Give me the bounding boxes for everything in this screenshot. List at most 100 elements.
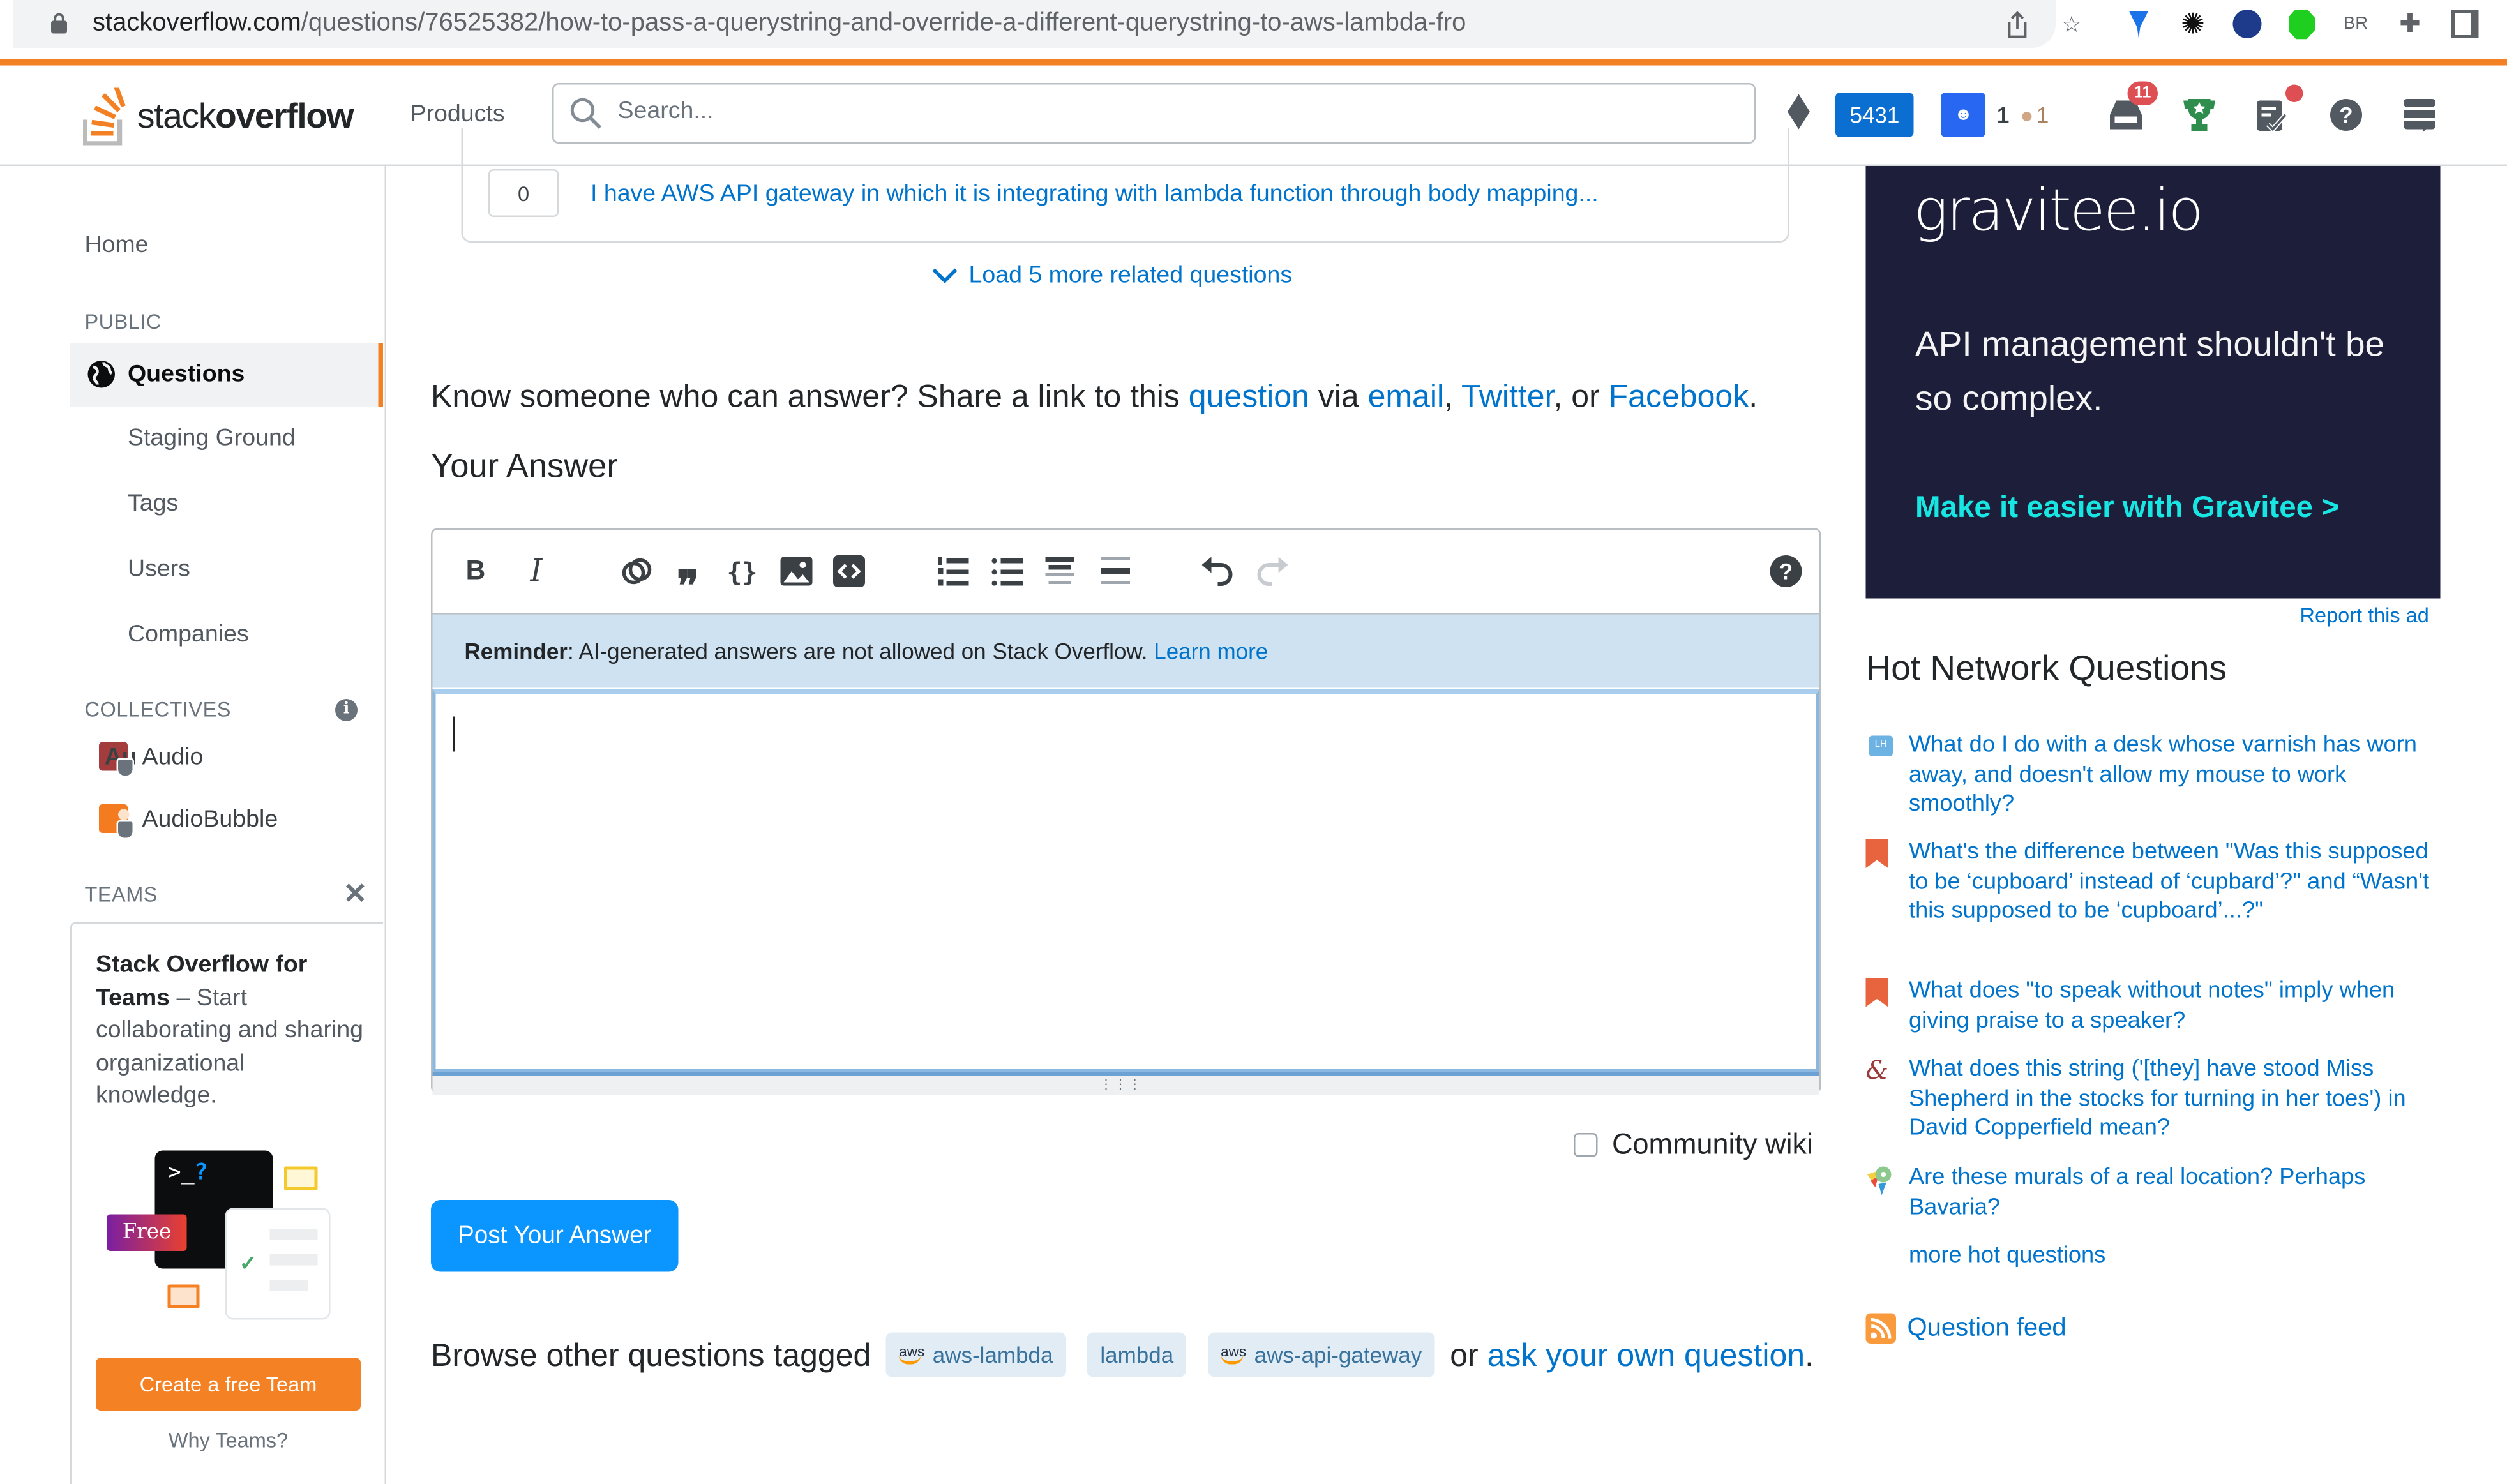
browser-toolbar: stackoverflow.com/questions/76525382/how… (0, 0, 2507, 57)
products-menu[interactable]: Products (410, 101, 505, 128)
redo-button[interactable] (1254, 554, 1290, 589)
snippet-icon (833, 555, 865, 587)
post-answer-button[interactable]: Post Your Answer (431, 1200, 679, 1272)
teams-illustration: >_? Free ✓ (107, 1148, 347, 1323)
redo-icon (1257, 557, 1288, 586)
collective-audio[interactable]: Au Audio (85, 742, 203, 777)
globe-icon (87, 361, 115, 388)
snippet-button[interactable] (832, 554, 867, 589)
load-more-related-button[interactable]: Load 5 more related questions (932, 262, 1292, 289)
italic-button[interactable]: I (519, 554, 554, 589)
achievements-button[interactable] (2176, 93, 2221, 137)
audio-collective-icon: Au (99, 742, 137, 777)
ask-question-link[interactable]: ask your own question (1487, 1339, 1805, 1374)
url-path: /questions/76525382/how-to-pass-a-querys… (301, 10, 1466, 37)
site-logo[interactable]: stackoverflow (83, 82, 354, 146)
help-button[interactable]: ? (2323, 93, 2368, 137)
section-heading-collectives: COLLECTIVES (84, 697, 231, 722)
extension-circle-icon[interactable] (2220, 6, 2275, 41)
learn-more-link[interactable]: Learn more (1154, 638, 1268, 664)
link-icon (622, 558, 652, 585)
sidebar-item-users[interactable]: Users (128, 555, 190, 583)
sidebar-toggle-icon[interactable] (2437, 6, 2492, 41)
tag-aws-lambda[interactable]: aws aws-lambda (886, 1331, 1066, 1377)
sidebar-item-companies[interactable]: Companies (128, 621, 249, 648)
share-email-link[interactable]: email (1368, 380, 1444, 415)
rss-icon (1865, 1313, 1896, 1344)
extensions-puzzle-icon[interactable]: ✚ (2383, 6, 2437, 41)
link-button[interactable] (619, 554, 654, 589)
bold-button[interactable]: B (458, 554, 493, 589)
related-question-votes: 0 (488, 169, 559, 217)
hot-question-link[interactable]: What's the difference between "Was this … (1909, 838, 2435, 927)
more-hot-questions-link[interactable]: more hot questions (1909, 1243, 2105, 1269)
checkbox-box[interactable] (1574, 1133, 1598, 1157)
tag-lambda[interactable]: lambda (1087, 1331, 1187, 1377)
heading-button[interactable] (1043, 554, 1078, 589)
tag-aws-api-gateway[interactable]: aws aws-api-gateway (1208, 1331, 1435, 1377)
editor-help-button[interactable]: ? (1768, 554, 1803, 589)
extension-thumb-icon[interactable] (2275, 6, 2329, 41)
diamond-icon[interactable] (1788, 93, 1810, 137)
sidebar-item-home[interactable]: Home (85, 232, 149, 259)
bookmark-star-icon[interactable]: ☆ (2045, 6, 2099, 41)
sidebar-item-questions[interactable]: Questions (70, 343, 383, 407)
report-ad-link[interactable]: Report this ad (2300, 603, 2429, 627)
logo-text: stackoverflow (137, 96, 354, 136)
image-button[interactable] (779, 554, 814, 589)
hot-question-link[interactable]: What does "to speak without notes" imply… (1909, 977, 2435, 1036)
close-teams-icon[interactable]: ✕ (343, 878, 368, 911)
top-accent-bar (0, 59, 2507, 66)
ordered-list-button[interactable] (935, 554, 970, 589)
sidebar-ad[interactable]: gravitee.io API management shouldn't be … (1865, 166, 2441, 599)
url-host: stackoverflow.com (93, 10, 301, 37)
editor-toolbar: B I ❞ {} ? (432, 530, 1819, 615)
extension-pin-icon[interactable] (2112, 6, 2166, 41)
review-queues-button[interactable] (2250, 84, 2303, 137)
related-question-link[interactable]: I have AWS API gateway in which it is in… (591, 181, 1599, 208)
horizontal-rule-icon (1101, 557, 1130, 584)
collectives-info-icon[interactable]: i (335, 699, 358, 721)
extension-sun-icon[interactable]: ✺ (2166, 6, 2220, 41)
why-teams-link[interactable]: Why Teams? (72, 1428, 385, 1453)
community-wiki-checkbox[interactable]: Community wiki (1574, 1128, 1813, 1162)
question-feed-link[interactable]: Question feed (1908, 1314, 2067, 1343)
share-icon[interactable] (1991, 6, 2045, 41)
search-input[interactable] (614, 96, 1738, 126)
answer-textarea[interactable] (432, 689, 1819, 1072)
hot-question-link[interactable]: What do I do with a desk whose varnish h… (1909, 731, 2435, 820)
stack-logo-icon (83, 87, 126, 146)
site-switcher-button[interactable] (2397, 93, 2441, 137)
trophy-icon (2183, 99, 2215, 131)
extension-br-icon[interactable]: BR (2329, 6, 2383, 41)
create-free-team-button[interactable]: Create a free Team (96, 1358, 361, 1411)
your-answer-heading: Your Answer (431, 448, 618, 486)
avatar[interactable]: ☻ (1941, 93, 1986, 137)
reputation-badge[interactable]: 5431 (1835, 93, 1914, 137)
editor-resize-handle[interactable]: ⋮⋮⋮ (432, 1072, 1819, 1095)
lock-icon (51, 13, 67, 34)
hot-question-link[interactable]: Are these murals of a real location? Per… (1909, 1164, 2435, 1223)
review-notification-dot (2285, 84, 2303, 102)
inbox-button[interactable]: 11 (2103, 81, 2158, 137)
share-facebook-link[interactable]: Facebook (1609, 380, 1749, 415)
heading-icon (1045, 557, 1074, 584)
answer-editor: B I ❞ {} ? Reminder: AI-generated answer… (431, 528, 1821, 1095)
blockquote-button[interactable]: ❞ (670, 554, 705, 608)
sidebar-item-tags[interactable]: Tags (128, 490, 178, 518)
horizontal-rule-button[interactable] (1098, 554, 1133, 589)
hot-question-link[interactable]: What does this string ('[they] have stoo… (1909, 1055, 2435, 1144)
bulleted-list-button[interactable] (990, 554, 1025, 589)
browse-tags-footer: Browse other questions tagged aws aws-lam… (431, 1331, 1819, 1384)
sidebar-item-staging-ground[interactable]: Staging Ground (128, 424, 296, 452)
address-bar[interactable]: stackoverflow.com/questions/76525382/how… (13, 0, 2056, 48)
code-button[interactable]: {} (725, 554, 760, 589)
undo-button[interactable] (1200, 554, 1235, 589)
share-twitter-link[interactable]: Twitter (1461, 380, 1553, 415)
svg-text:?: ? (1779, 560, 1793, 585)
question-feed[interactable]: Question feed (1865, 1313, 2067, 1344)
collective-audiobubble[interactable]: AudioBubble (85, 804, 278, 839)
hot-question-item: What's the difference between "Was this … (1865, 838, 2441, 927)
ad-cta[interactable]: Make it easier with Gravitee > (1915, 491, 2339, 527)
share-question-link[interactable]: question (1189, 380, 1309, 415)
